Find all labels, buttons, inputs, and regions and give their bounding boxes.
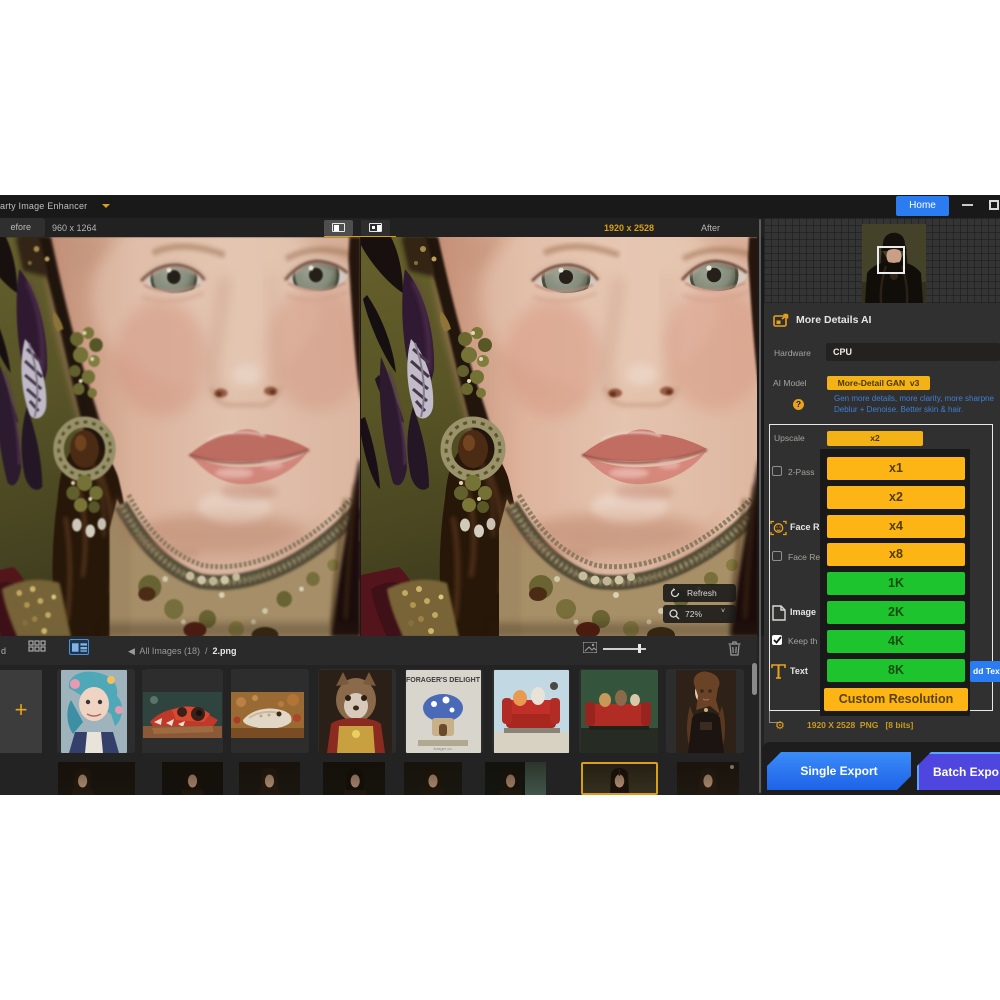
svg-text:FORAGER'S DELIGHT: FORAGER'S DELIGHT [406, 677, 481, 684]
svg-text:forager co.: forager co. [433, 746, 452, 751]
